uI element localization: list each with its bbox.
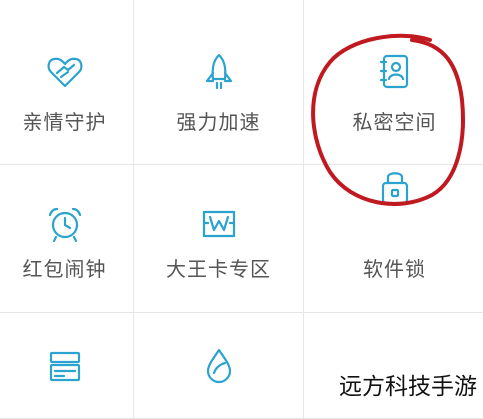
grid-item-boost[interactable]: 强力加速 [134,0,304,165]
grid-item-label: 强力加速 [176,110,261,134]
lock-icon [374,165,416,207]
grid-item-family-guard[interactable]: 亲情守护 [0,0,134,165]
watermark-text: 远方科技手游 [337,367,479,401]
heart-hands-icon [44,51,86,93]
grid-item-king-card-zone[interactable]: 大王卡专区 [134,165,304,313]
grid-item-label: 私密空间 [352,110,437,134]
grid-item-label: 红包闹钟 [22,257,107,281]
feature-grid: 亲情守护 强力加速 私密空间 红包闹钟 大王卡专区 软件锁 [0,0,483,419]
storage-icon [44,345,86,387]
contact-book-icon [374,51,416,93]
alarm-clock-icon [44,203,86,245]
card-zone-icon [198,203,240,245]
water-drop-icon [198,345,240,387]
grid-item-red-packet-alarm[interactable]: 红包闹钟 [0,165,134,313]
grid-item-label: 亲情守护 [22,110,107,134]
rocket-icon [198,51,240,93]
grid-item-app-lock[interactable]: 软件锁 [304,165,483,313]
grid-item-label: 软件锁 [363,257,426,281]
grid-item-empty [304,313,483,419]
grid-item-storage-clean[interactable] [0,313,134,419]
grid-item-health[interactable] [134,313,304,419]
grid-item-label: 大王卡专区 [166,257,271,281]
grid-item-private-space[interactable]: 私密空间 [304,0,483,165]
